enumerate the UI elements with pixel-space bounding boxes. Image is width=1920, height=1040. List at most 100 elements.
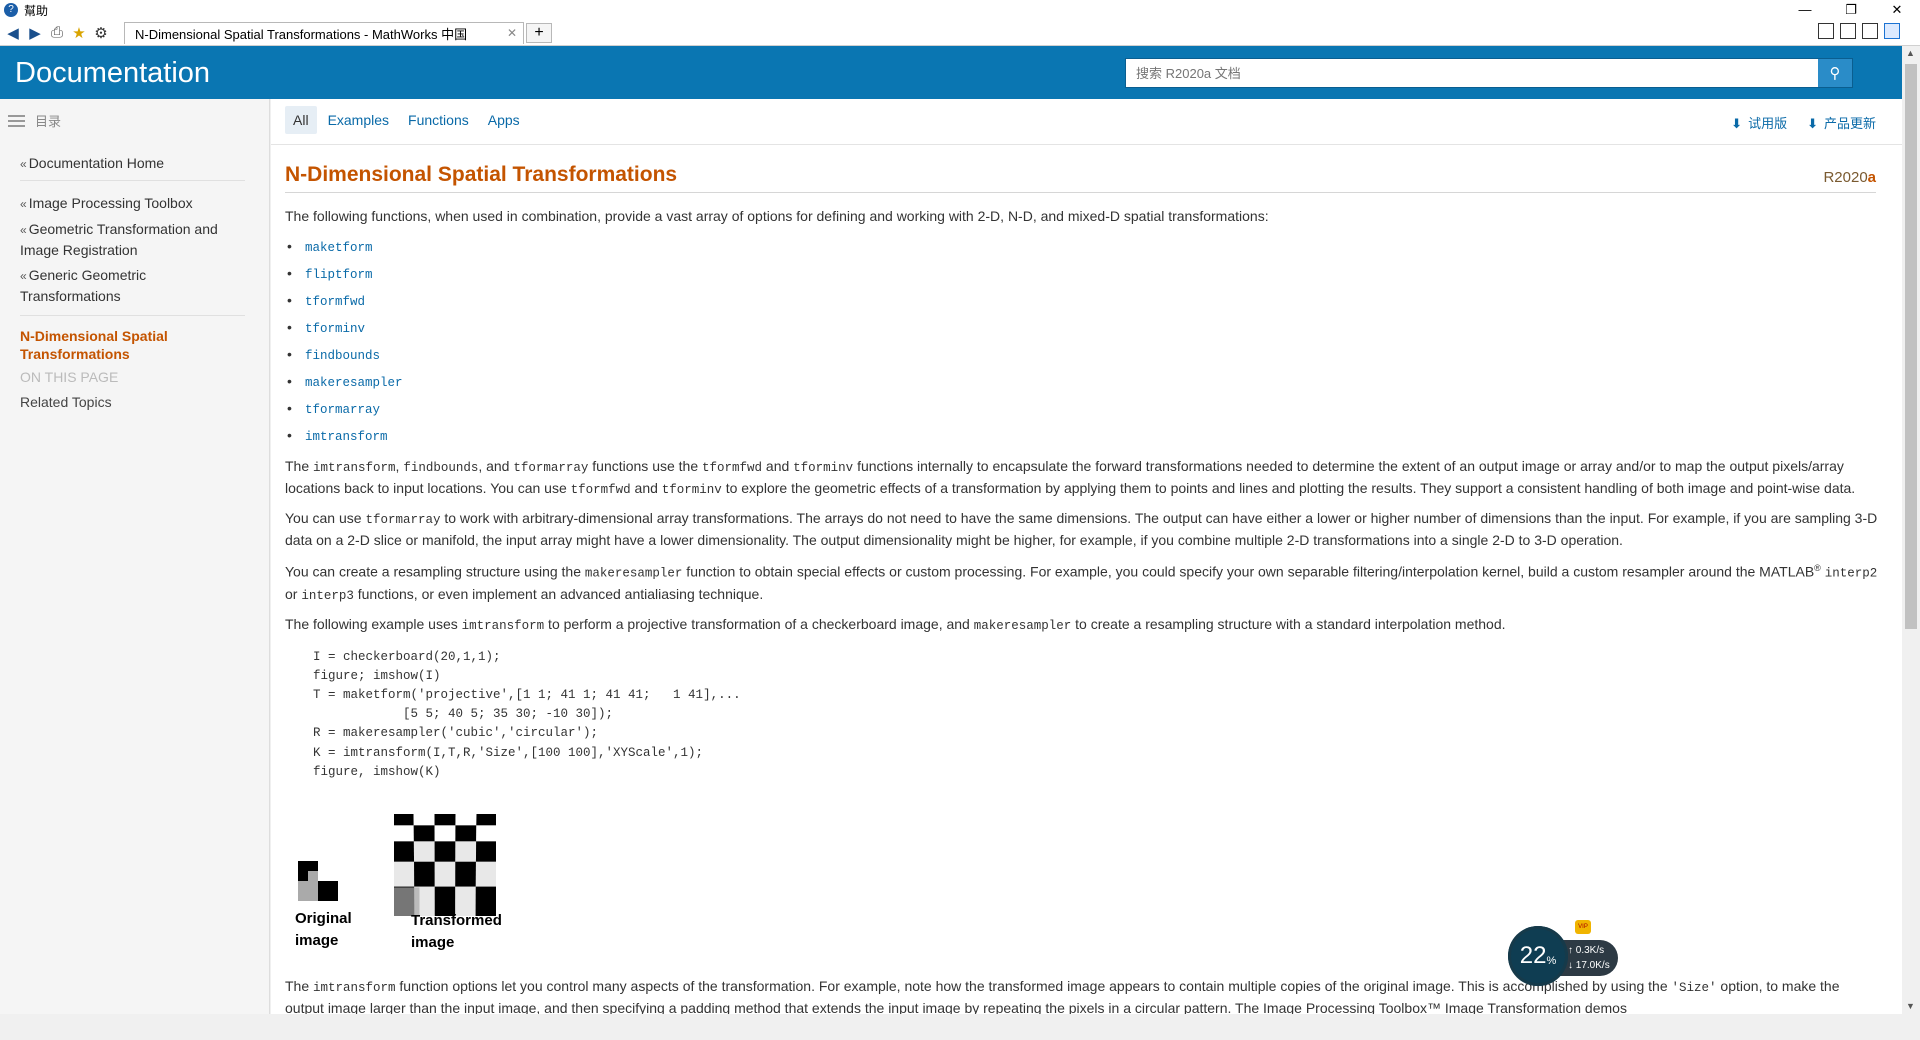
print-icon[interactable]: ⎙ xyxy=(46,22,68,44)
updates-link[interactable]: ⬇ 产品更新 xyxy=(1807,113,1876,132)
list-item: imtransform xyxy=(285,423,1880,450)
sidebar-current-page: N-Dimensional Spatial Transformations xyxy=(20,328,168,362)
function-link-tforminv[interactable]: tforminv xyxy=(305,322,365,336)
settings-gear-icon[interactable]: ⚙ xyxy=(90,22,112,44)
list-item: makeresampler xyxy=(285,369,1880,396)
toc-sidebar: 目录 «Documentation Home «Image Processing… xyxy=(0,99,270,1014)
tab-examples[interactable]: Examples xyxy=(320,106,397,134)
restore-button[interactable]: ❐ xyxy=(1828,0,1874,20)
checker-cell xyxy=(475,861,496,887)
close-window-button[interactable]: ✕ xyxy=(1874,0,1920,20)
function-list: maketform fliptform tformfwd tforminv fi… xyxy=(285,234,1880,450)
network-speed-widget[interactable]: ↑ 0.3K/s ↓ 17.0K/s 22% VIP xyxy=(1508,920,1628,986)
toc-toggle[interactable]: 目录 xyxy=(8,111,61,130)
bottom-strip xyxy=(0,1014,1920,1040)
tab-all[interactable]: All xyxy=(285,106,317,134)
checker-cell xyxy=(413,825,435,842)
function-link-imtransform[interactable]: imtransform xyxy=(305,430,388,444)
release-badge: R2020a xyxy=(1823,169,1876,186)
close-tab-icon[interactable]: ✕ xyxy=(507,26,517,40)
sidebar-link-related-topics[interactable]: Related Topics xyxy=(20,394,112,410)
search-icon[interactable]: ⚲ xyxy=(1818,59,1852,87)
favorites-star-icon[interactable]: ★ xyxy=(68,22,90,44)
function-link-tformarray[interactable]: tformarray xyxy=(305,403,380,417)
cpu-usage-circle: 22% xyxy=(1508,926,1568,986)
list-item: tformfwd xyxy=(285,288,1880,315)
back-arrow-icon[interactable]: ◀ xyxy=(2,22,24,44)
on-this-page-label: ON THIS PAGE xyxy=(20,369,119,385)
search-box: ⚲ xyxy=(1125,58,1853,88)
paragraph-example-intro: The following example uses imtransform t… xyxy=(285,615,1506,633)
code-example: I = checkerboard(20,1,1); figure; imshow… xyxy=(313,649,741,779)
list-item: findbounds xyxy=(285,342,1880,369)
minimize-button[interactable]: — xyxy=(1782,0,1828,20)
layout-split-horizontal-icon[interactable] xyxy=(1862,23,1878,39)
paragraph-makeresampler: You can create a resampling structure us… xyxy=(285,563,1878,603)
checker-cell xyxy=(434,841,456,862)
hamburger-menu-icon xyxy=(8,114,25,127)
new-tab-button[interactable]: + xyxy=(526,22,552,43)
documentation-title[interactable]: Documentation xyxy=(15,57,210,90)
checker-cell xyxy=(455,814,477,826)
checker-cell xyxy=(394,861,415,887)
tabs-divider xyxy=(271,144,1902,145)
main-content: All Examples Functions Apps ⬇ 试用版 ⬇ 产品更新 N… xyxy=(271,99,1902,1014)
page-body: The following functions, when used in co… xyxy=(285,206,1880,1014)
list-item: tforminv xyxy=(285,315,1880,342)
function-link-tformfwd[interactable]: tformfwd xyxy=(305,295,365,309)
function-link-makeresampler[interactable]: makeresampler xyxy=(305,376,403,390)
sidebar-link-geom-transform[interactable]: «Geometric Transformation and Image Regi… xyxy=(20,219,245,260)
checker-cell xyxy=(476,825,496,842)
sidebar-divider xyxy=(20,180,245,181)
layout-single-icon[interactable] xyxy=(1884,23,1900,39)
paragraph-imtransform-options: The imtransform function options let you… xyxy=(285,978,1840,1014)
function-link-maketform[interactable]: maketform xyxy=(305,241,373,255)
transformed-image-label: Transformed image xyxy=(411,912,502,952)
help-app-icon: ? xyxy=(4,3,18,17)
layout-split-vertical-icon[interactable] xyxy=(1840,23,1856,39)
filter-tabs: All Examples Functions Apps xyxy=(285,106,531,134)
function-link-findbounds[interactable]: findbounds xyxy=(305,349,380,363)
paragraph-tformarray: You can use tformarray to work with arbi… xyxy=(285,510,1878,548)
sidebar-link-ipt[interactable]: «Image Processing Toolbox xyxy=(20,193,245,214)
checker-cell xyxy=(394,825,414,842)
scroll-down-icon[interactable]: ▼ xyxy=(1906,1001,1915,1011)
checker-cell xyxy=(476,814,496,826)
function-link-fliptform[interactable]: fliptform xyxy=(305,268,373,282)
checker-cell xyxy=(434,814,456,826)
top-actions: ⬇ 试用版 ⬇ 产品更新 xyxy=(1731,113,1876,132)
checker-cell xyxy=(413,841,435,862)
upload-speed: ↑ 0.3K/s xyxy=(1568,945,1605,956)
scroll-up-icon[interactable]: ▲ xyxy=(1906,48,1915,58)
toc-label: 目录 xyxy=(35,114,62,129)
checker-cell xyxy=(455,825,477,842)
checker-cell xyxy=(475,841,496,862)
list-item: tformarray xyxy=(285,396,1880,423)
layout-icons xyxy=(1818,23,1900,39)
window-title: 幫助 xyxy=(24,3,49,18)
tab-functions[interactable]: Functions xyxy=(400,106,477,134)
intro-paragraph: The following functions, when used in co… xyxy=(285,208,1269,224)
sidebar-link-generic-geom[interactable]: «Generic Geometric Transformations xyxy=(20,265,245,306)
download-icon: ⬇ xyxy=(1731,116,1743,131)
tab-title: N-Dimensional Spatial Transformations - … xyxy=(135,26,468,42)
download-icon: ⬇ xyxy=(1807,116,1818,131)
tab-current-page[interactable]: N-Dimensional Spatial Transformations - … xyxy=(124,21,524,44)
list-item: fliptform xyxy=(285,261,1880,288)
scroll-thumb[interactable] xyxy=(1905,64,1917,629)
search-input[interactable] xyxy=(1126,59,1818,87)
forward-arrow-icon[interactable]: ▶ xyxy=(24,22,46,44)
checker-cell xyxy=(394,814,414,826)
original-image xyxy=(298,861,338,902)
sidebar-link-doc-home[interactable]: «Documentation Home xyxy=(20,153,245,174)
example-figure: Original image Transformed image xyxy=(285,796,1880,976)
vertical-scrollbar[interactable]: ▲ ▼ xyxy=(1902,46,1920,1014)
layout-grid-icon[interactable] xyxy=(1818,23,1834,39)
tab-apps[interactable]: Apps xyxy=(480,106,528,134)
trial-link[interactable]: ⬇ 试用版 xyxy=(1731,113,1787,132)
original-image-label: Original image xyxy=(295,910,352,950)
checker-cell xyxy=(434,861,456,887)
checker-cell xyxy=(394,841,415,862)
browser-toolbar: ◀ ▶ ⎙ ★ ⚙ N-Dimensional Spatial Transfor… xyxy=(0,20,1920,46)
checker-cell xyxy=(414,861,435,887)
